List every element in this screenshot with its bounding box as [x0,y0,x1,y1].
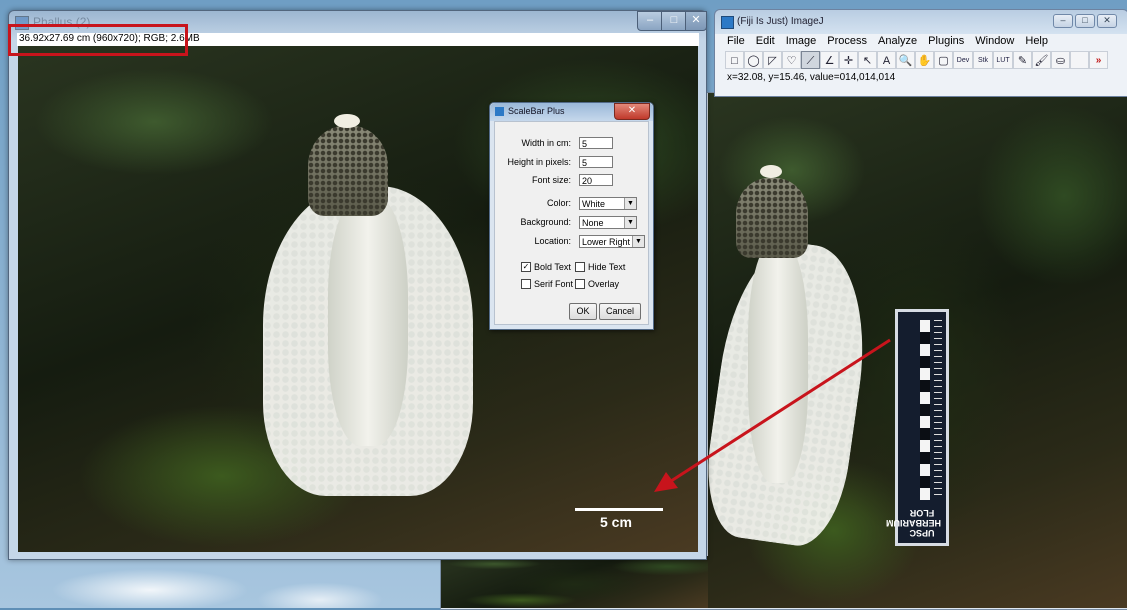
fiji-minimize-button[interactable]: – [1053,14,1073,28]
menu-window[interactable]: Window [975,35,1014,49]
rectangle-tool-icon[interactable]: □ [725,51,744,69]
cancel-button[interactable]: Cancel [599,303,641,320]
blank-tool-icon[interactable] [1070,51,1089,69]
location-select[interactable]: Lower Right ▼ [579,235,645,248]
mushroom-cap [736,178,808,258]
ok-button[interactable]: OK [569,303,597,320]
location-label: Location: [534,236,571,246]
menu-image[interactable]: Image [786,35,817,49]
font-size-input[interactable]: 20 [579,174,613,186]
background-select-value: None [582,218,604,228]
angle-tool-icon[interactable]: ∠ [820,51,839,69]
menu-plugins[interactable]: Plugins [928,35,964,49]
width-input[interactable]: 5 [579,137,613,149]
scale-bar-label: 5 cm [600,514,632,530]
minimize-button[interactable]: – [637,11,663,31]
mushroom-cap [308,126,388,216]
height-input[interactable]: 5 [579,156,613,168]
fiji-main-window[interactable]: (Fiji Is Just) ImageJ – □ ✕ File Edit Im… [714,9,1127,97]
dialog-title: ScaleBar Plus [508,106,565,116]
more-tools-icon[interactable]: » [1089,51,1108,69]
fiji-maximize-button[interactable]: □ [1075,14,1095,28]
ruler-bar [920,320,930,500]
background-select[interactable]: None ▼ [579,216,637,229]
fiji-window-title: (Fiji Is Just) ImageJ [737,16,824,27]
bold-text-checkbox[interactable]: ✓ Bold Text [521,262,571,272]
polygon-tool-icon[interactable]: ◸ [763,51,782,69]
scale-bar-line [575,508,663,511]
dev-tool-icon[interactable]: Dev [953,51,973,69]
mushroom-stem [328,196,408,446]
menu-file[interactable]: File [727,35,745,49]
menu-process[interactable]: Process [827,35,867,49]
height-label: Height in pixels: [507,157,571,167]
color-select[interactable]: White ▼ [579,197,637,210]
scalebar-plus-dialog[interactable]: ScaleBar Plus ✕ Width in cm: 5 Height in… [489,102,654,330]
fiji-close-button[interactable]: ✕ [1097,14,1117,28]
color-label: Color: [546,198,571,208]
hide-text-checkbox[interactable]: Hide Text [575,262,625,272]
menu-analyze[interactable]: Analyze [878,35,917,49]
hide-text-label: Hide Text [588,262,626,272]
checkbox-icon [521,279,531,289]
checkbox-icon [575,279,585,289]
location-select-value: Lower Right [582,237,631,247]
line-tool-icon[interactable]: ⟋ [801,51,820,69]
serif-font-label: Serif Font [534,279,574,289]
dialog-titlebar[interactable]: ScaleBar Plus ✕ [490,103,653,121]
dialog-body: Width in cm: 5 Height in pixels: 5 Font … [494,121,649,325]
dialog-close-button[interactable]: ✕ [614,103,650,120]
ruler-scale-reference: UPSC HERBARIUM FLOR [886,309,949,546]
menu-help[interactable]: Help [1025,35,1048,49]
ruler-ticks [934,320,942,500]
scroll-tool-icon[interactable]: ✋ [915,51,934,69]
image-info-highlight-box [8,24,188,56]
color-picker-tool-icon[interactable]: ▢ [934,51,953,69]
fiji-status-bar: x=32.08, y=15.46, value=014,014,014 [727,72,896,83]
menu-edit[interactable]: Edit [756,35,775,49]
serif-font-checkbox[interactable]: Serif Font [521,279,573,289]
stack-tool-icon[interactable]: Stk [973,51,993,69]
bold-text-label: Bold Text [534,262,571,272]
chevron-down-icon: ▼ [632,236,644,247]
oval-tool-icon[interactable]: ◯ [744,51,763,69]
second-image-lower-strip [441,556,708,608]
dialog-icon [495,107,504,116]
checkbox-checked-icon: ✓ [521,262,531,272]
chevron-down-icon: ▼ [624,217,636,228]
annotation-arrow [654,338,891,492]
wand-tool-icon[interactable]: ↖ [858,51,877,69]
overlay-checkbox[interactable]: Overlay [575,279,619,289]
maximize-button[interactable]: □ [661,11,687,31]
mushroom-cap-tip [760,165,782,178]
lut-tool-icon[interactable]: LUT [993,51,1013,69]
close-button[interactable]: ✕ [685,11,707,31]
width-label: Width in cm: [521,138,571,148]
fiji-menubar: File Edit Image Process Analyze Plugins … [727,35,1048,49]
chevron-down-icon: ▼ [624,198,636,209]
fiji-icon [721,16,734,29]
magnifier-tool-icon[interactable]: 🔍 [896,51,915,69]
pencil-tool-icon[interactable]: ✎ [1013,51,1032,69]
background-label: Background: [520,217,571,227]
fiji-toolbar: □ ◯ ◸ ♡ ⟋ ∠ ✛ ↖ A 🔍 ✋ ▢ Dev Stk LUT ✎ 🖌 ⛀ » [725,51,1108,71]
checkbox-icon [575,262,585,272]
mushroom-cap-tip [334,114,360,128]
point-tool-icon[interactable]: ✛ [839,51,858,69]
ruler-label: UPSC HERBARIUM FLOR [886,508,941,538]
brush-tool-icon[interactable]: 🖌 [1032,51,1051,69]
color-select-value: White [582,199,606,209]
overlay-label: Overlay [588,279,620,289]
font-size-label: Font size: [531,175,571,185]
text-tool-icon[interactable]: A [877,51,896,69]
freehand-tool-icon[interactable]: ♡ [782,51,801,69]
flood-fill-tool-icon[interactable]: ⛀ [1051,51,1070,69]
